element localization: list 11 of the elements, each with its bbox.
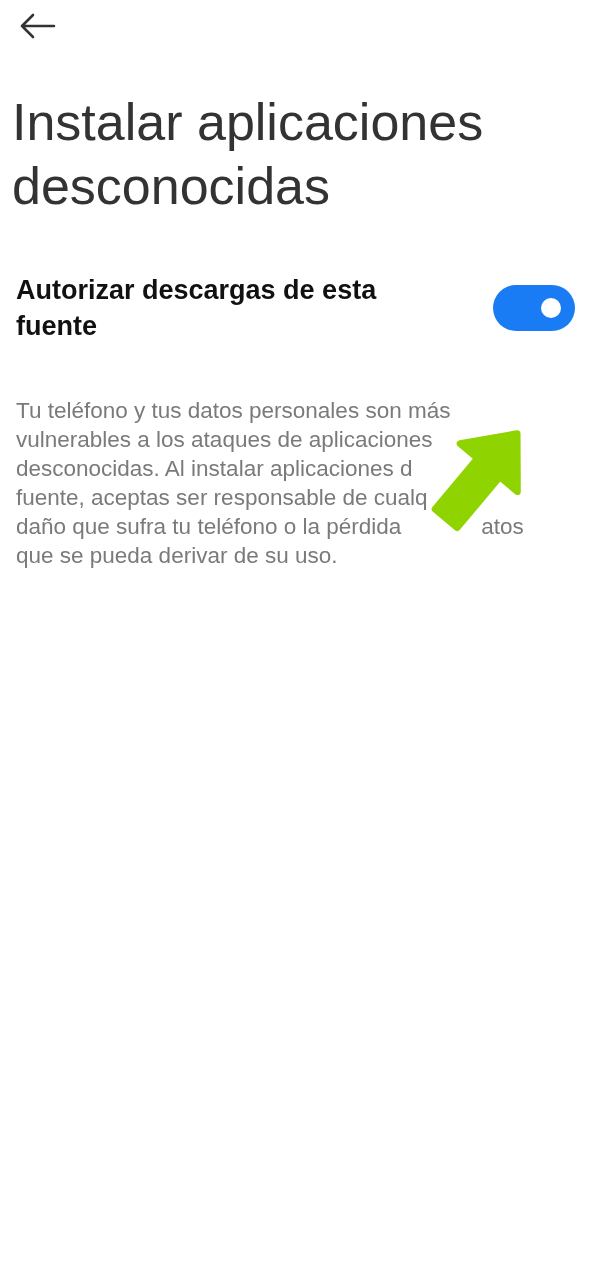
description-text: desconocidas. Al instalar aplicaciones d: [16, 455, 413, 483]
toggle-switch[interactable]: [493, 285, 575, 331]
description-text: daño que sufra tu teléfono o la pérdida: [16, 513, 402, 541]
description-text: vulnerables a los ataques de aplicaciones: [16, 426, 433, 454]
setting-label: Autorizar descargas de esta fuente: [16, 274, 378, 343]
description-text: fuente, aceptas ser responsable de cualq: [16, 484, 428, 512]
description-text: que se pueda derivar de su uso.: [16, 542, 338, 570]
description-text: atos: [481, 513, 524, 541]
back-button[interactable]: [18, 12, 56, 40]
page-title: Instalar aplicaciones desconocidas: [12, 92, 485, 217]
description-text: Tu teléfono y tus datos personales son más: [16, 397, 451, 425]
